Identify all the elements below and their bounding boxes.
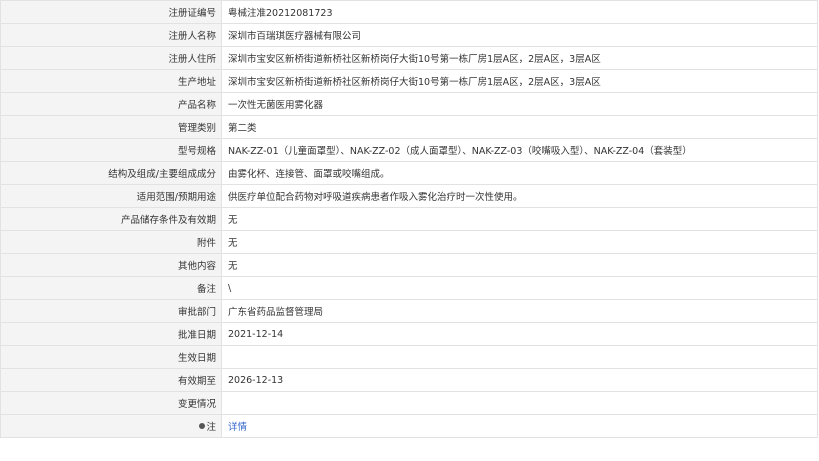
change-history-label: 变更情况 xyxy=(0,391,222,415)
table-row: 有效期至 2026-12-13 xyxy=(0,368,818,392)
valid-until-label: 有效期至 xyxy=(0,368,222,392)
production-address-label: 生产地址 xyxy=(0,69,222,93)
storage-validity-label: 产品储存条件及有效期 xyxy=(0,207,222,231)
attachment-label: 附件 xyxy=(0,230,222,254)
table-row: 注册人名称 深圳市百瑞琪医疗器械有限公司 xyxy=(0,23,818,47)
registration-number-value: 粤械注准20212081723 xyxy=(221,0,818,24)
registrant-address-label: 注册人住所 xyxy=(0,46,222,70)
storage-validity-value: 无 xyxy=(221,207,818,231)
approval-date-value: 2021-12-14 xyxy=(221,322,818,346)
effective-date-value xyxy=(221,345,818,369)
note-label: 注 xyxy=(206,422,216,433)
model-spec-label: 型号规格 xyxy=(0,138,222,162)
table-row: 生产地址 深圳市宝安区新桥街道新桥社区新桥岗仔大街10号第一栋厂房1层A区，2层… xyxy=(0,69,818,93)
production-address-value: 深圳市宝安区新桥街道新桥社区新桥岗仔大街10号第一栋厂房1层A区，2层A区，3层… xyxy=(221,69,818,93)
product-name-label: 产品名称 xyxy=(0,92,222,116)
management-category-label: 管理类别 xyxy=(0,115,222,139)
registrant-name-label: 注册人名称 xyxy=(0,23,222,47)
approval-date-label: 批准日期 xyxy=(0,322,222,346)
table-row: 管理类别 第二类 xyxy=(0,115,818,139)
management-category-value: 第二类 xyxy=(221,115,818,139)
other-content-value: 无 xyxy=(221,253,818,277)
remarks-value: \ xyxy=(221,276,818,300)
table-row: 产品储存条件及有效期 无 xyxy=(0,207,818,231)
intended-use-label: 适用范围/预期用途 xyxy=(0,184,222,208)
structure-composition-value: 由雾化杯、连接管、面罩或咬嘴组成。 xyxy=(221,161,818,185)
effective-date-label: 生效日期 xyxy=(0,345,222,369)
table-row: 附件 无 xyxy=(0,230,818,254)
note-label-cell: 注 xyxy=(0,414,222,438)
details-link[interactable]: 详情 xyxy=(228,422,247,433)
registration-detail-table: 注册证编号 粤械注准20212081723 注册人名称 深圳市百瑞琪医疗器械有限… xyxy=(0,0,818,438)
remarks-label: 备注 xyxy=(0,276,222,300)
table-row: 批准日期 2021-12-14 xyxy=(0,322,818,346)
bullet-icon xyxy=(199,423,206,429)
approval-department-value: 广东省药品监督管理局 xyxy=(221,299,818,323)
table-row: 注册人住所 深圳市宝安区新桥街道新桥社区新桥岗仔大街10号第一栋厂房1层A区，2… xyxy=(0,46,818,70)
attachment-value: 无 xyxy=(221,230,818,254)
registrant-name-value: 深圳市百瑞琪医疗器械有限公司 xyxy=(221,23,818,47)
intended-use-value: 供医疗单位配合药物对呼吸道疾病患者作吸入雾化治疗时一次性使用。 xyxy=(221,184,818,208)
table-row: 注 详情 xyxy=(0,414,818,438)
table-row: 产品名称 一次性无菌医用雾化器 xyxy=(0,92,818,116)
other-content-label: 其他内容 xyxy=(0,253,222,277)
registrant-address-value: 深圳市宝安区新桥街道新桥社区新桥岗仔大街10号第一栋厂房1层A区，2层A区，3层… xyxy=(221,46,818,70)
product-name-value: 一次性无菌医用雾化器 xyxy=(221,92,818,116)
note-value-cell: 详情 xyxy=(221,414,818,438)
table-row: 结构及组成/主要组成成分 由雾化杯、连接管、面罩或咬嘴组成。 xyxy=(0,161,818,185)
table-row: 备注 \ xyxy=(0,276,818,300)
table-row: 其他内容 无 xyxy=(0,253,818,277)
table-row: 注册证编号 粤械注准20212081723 xyxy=(0,0,818,24)
model-spec-value: NAK-ZZ-01（儿童面罩型）、NAK-ZZ-02（成人面罩型）、NAK-ZZ… xyxy=(221,138,818,162)
approval-department-label: 审批部门 xyxy=(0,299,222,323)
table-row: 生效日期 xyxy=(0,345,818,369)
valid-until-value: 2026-12-13 xyxy=(221,368,818,392)
table-row: 变更情况 xyxy=(0,391,818,415)
change-history-value xyxy=(221,391,818,415)
table-row: 型号规格 NAK-ZZ-01（儿童面罩型）、NAK-ZZ-02（成人面罩型）、N… xyxy=(0,138,818,162)
structure-composition-label: 结构及组成/主要组成成分 xyxy=(0,161,222,185)
table-row: 审批部门 广东省药品监督管理局 xyxy=(0,299,818,323)
table-row: 适用范围/预期用途 供医疗单位配合药物对呼吸道疾病患者作吸入雾化治疗时一次性使用… xyxy=(0,184,818,208)
registration-number-label: 注册证编号 xyxy=(0,0,222,24)
